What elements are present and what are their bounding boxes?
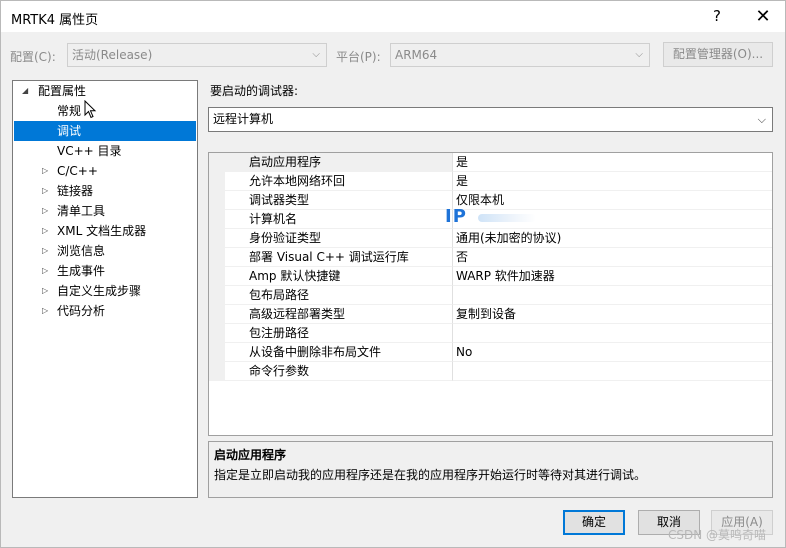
- expanded-triangle-icon[interactable]: ◢: [22, 81, 28, 101]
- grid-row-package-layout[interactable]: 包布局路径: [209, 286, 772, 305]
- tree-item-code-analysis[interactable]: ▷ 代码分析: [14, 301, 105, 321]
- collapsed-triangle-icon[interactable]: ▷: [42, 181, 48, 201]
- platform-label: 平台(P):: [336, 50, 381, 64]
- platform-value: ARM64: [395, 48, 438, 62]
- tree-item-xml-doc-generator[interactable]: ▷ XML 文档生成器: [14, 221, 146, 241]
- config-label: 配置(C):: [10, 50, 56, 64]
- property-tree[interactable]: ◢ 配置属性 常规 调试 VC++ 目录 ▷ C/C++ ▷ 链接器 ▷ 清单工…: [12, 80, 198, 498]
- tree-item-custom-build-step[interactable]: ▷ 自定义生成步骤: [14, 281, 141, 301]
- title-bar: MRTK4 属性页 ? ✕: [0, 0, 786, 32]
- close-button[interactable]: ✕: [741, 1, 785, 32]
- description-title: 启动应用程序: [214, 448, 287, 462]
- grid-row-launch-app[interactable]: 启动应用程序 是: [209, 153, 772, 172]
- grid-row-deploy-runtime[interactable]: 部署 Visual C++ 调试运行库 否: [209, 248, 772, 267]
- debugger-combo[interactable]: 远程计算机 ⌵: [208, 107, 773, 132]
- tree-item-build-events[interactable]: ▷ 生成事件: [14, 261, 105, 281]
- watermark-text: CSDN @莫鸣奇喵: [668, 528, 767, 542]
- tree-item-c-cpp[interactable]: ▷ C/C++: [14, 161, 98, 181]
- mouse-cursor-icon: [84, 100, 97, 119]
- redacted-blur: [478, 214, 536, 222]
- window-title: MRTK4 属性页: [11, 13, 99, 28]
- tree-item-general[interactable]: 常规: [14, 101, 81, 121]
- grid-row-remove-nonlayout[interactable]: 从设备中删除非布局文件 No: [209, 343, 772, 362]
- collapsed-triangle-icon[interactable]: ▷: [42, 301, 48, 321]
- machine-name-value[interactable]: IP: [445, 206, 467, 227]
- debugger-value: 远程计算机: [213, 112, 274, 126]
- config-manager-button[interactable]: 配置管理器(O)...: [663, 42, 773, 67]
- grid-row-loopback[interactable]: 允许本地网络环回 是: [209, 172, 772, 191]
- grid-row-command-args[interactable]: 命令行参数: [209, 362, 772, 381]
- ok-button[interactable]: 确定: [563, 510, 625, 535]
- grid-row-amp-accelerator[interactable]: Amp 默认快捷键 WARP 软件加速器: [209, 267, 772, 286]
- tree-item-manifest-tool[interactable]: ▷ 清单工具: [14, 201, 105, 221]
- grid-row-auth-type[interactable]: 身份验证类型 通用(未加密的协议): [209, 229, 772, 248]
- collapsed-triangle-icon[interactable]: ▷: [42, 161, 48, 181]
- collapsed-triangle-icon[interactable]: ▷: [42, 201, 48, 221]
- collapsed-triangle-icon[interactable]: ▷: [42, 241, 48, 261]
- collapsed-triangle-icon[interactable]: ▷: [42, 281, 48, 301]
- help-button[interactable]: ?: [695, 1, 739, 32]
- config-combo[interactable]: 活动(Release) ⌵: [67, 43, 327, 67]
- grid-row-package-registration[interactable]: 包注册路径: [209, 324, 772, 343]
- tree-item-browse-info[interactable]: ▷ 浏览信息: [14, 241, 105, 261]
- collapsed-triangle-icon[interactable]: ▷: [42, 261, 48, 281]
- collapsed-triangle-icon[interactable]: ▷: [42, 221, 48, 241]
- tree-item-linker[interactable]: ▷ 链接器: [14, 181, 93, 201]
- property-grid[interactable]: 启动应用程序 是 允许本地网络环回 是 调试器类型 仅限本机 计算机名 身份验证…: [208, 152, 773, 436]
- chevron-down-icon: ⌵: [312, 49, 320, 60]
- grid-row-remote-deploy-type[interactable]: 高级远程部署类型 复制到设备: [209, 305, 772, 324]
- config-value: 活动(Release): [72, 48, 153, 62]
- chevron-down-icon: ⌵: [635, 49, 643, 60]
- platform-combo[interactable]: ARM64 ⌵: [390, 43, 650, 67]
- description-panel: 启动应用程序 指定是立即启动我的应用程序还是在我的应用程序开始运行时等待对其进行…: [208, 441, 773, 498]
- chevron-down-icon: ⌵: [757, 113, 766, 126]
- tree-item-debugging[interactable]: 调试: [14, 121, 196, 141]
- tree-item-vc-directories[interactable]: VC++ 目录: [14, 141, 122, 161]
- description-text: 指定是立即启动我的应用程序还是在我的应用程序开始运行时等待对其进行调试。: [214, 468, 647, 482]
- grid-row-debugger-type[interactable]: 调试器类型 仅限本机: [209, 191, 772, 210]
- debugger-label: 要启动的调试器:: [210, 84, 299, 98]
- tree-root-config-properties[interactable]: ◢ 配置属性: [14, 81, 196, 101]
